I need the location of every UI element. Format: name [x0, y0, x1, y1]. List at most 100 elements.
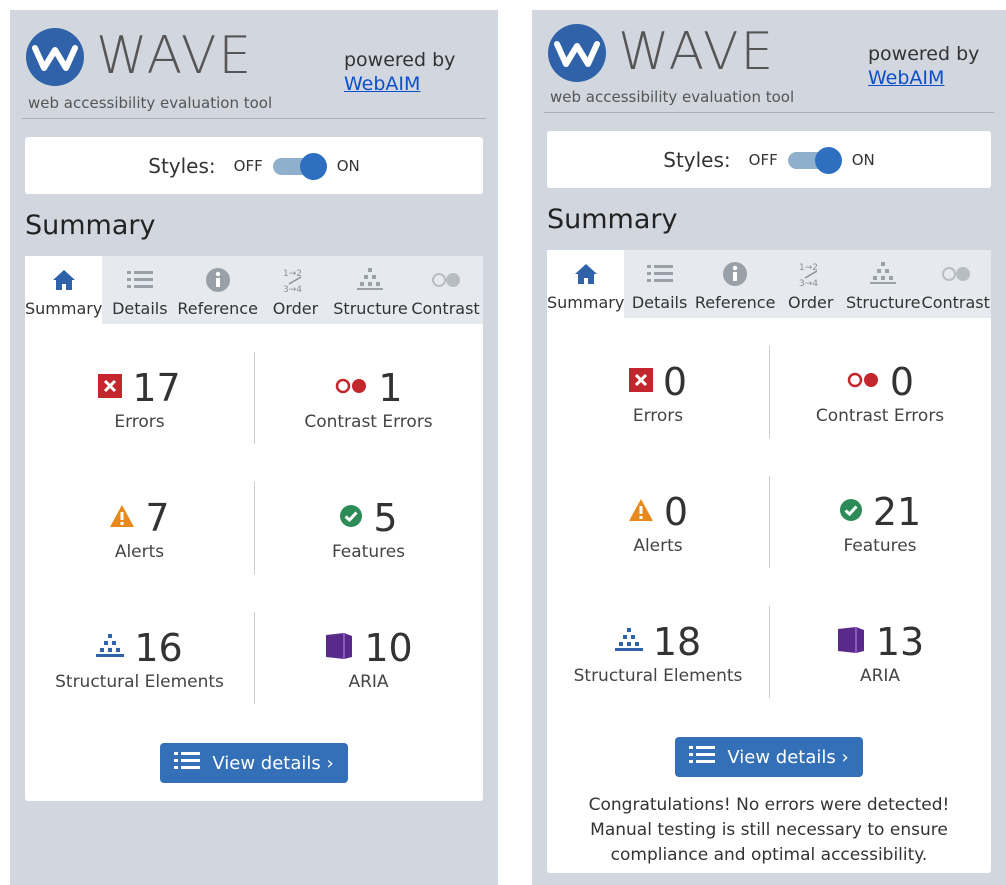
alerts-stat[interactable]: 7 Alerts	[25, 464, 254, 594]
tab-label: Order	[272, 299, 319, 318]
features-label: Features	[331, 542, 406, 562]
summary-card: Summary Details Reference 1→2 3→4 Order S…	[547, 250, 991, 873]
aria-stat[interactable]: 10 ARIA	[254, 594, 483, 724]
home-icon	[574, 259, 598, 289]
tab-summary[interactable]: Summary	[25, 256, 103, 324]
contrast-error-icon	[334, 377, 368, 399]
list-icon	[126, 265, 153, 295]
structure-count: 16	[134, 626, 183, 670]
structure-stat[interactable]: 18 Structural Elements	[547, 588, 769, 718]
summary-heading: Summary	[25, 210, 156, 241]
aria-stat[interactable]: 13 ARIA	[769, 588, 991, 718]
structure-icon	[357, 265, 384, 295]
order-icon: 1→2 3→4	[281, 265, 309, 295]
tab-structure[interactable]: Structure	[846, 250, 920, 318]
features-stat[interactable]: 5 Features	[254, 464, 483, 594]
styles-toggle-bar: Styles: OFF ON	[547, 131, 991, 188]
tab-label: Structure	[333, 299, 408, 318]
contrast-count: 1	[378, 366, 403, 410]
alerts-stat[interactable]: 0 Alerts	[547, 458, 769, 588]
wave-panel-before: WAVE web accessibility evaluation tool p…	[10, 10, 498, 885]
contrast-errors-stat[interactable]: 0 Contrast Errors	[769, 328, 991, 458]
tab-label: Reference	[177, 299, 258, 318]
tab-label: Details	[631, 293, 688, 312]
home-icon	[52, 265, 76, 295]
list-icon	[174, 750, 201, 777]
powered-by-label: powered by	[344, 49, 456, 71]
alerts-label: Alerts	[633, 536, 683, 556]
summary-heading: Summary	[547, 204, 678, 235]
congratulations-message: Congratulations! No errors were detected…	[588, 795, 950, 865]
errors-stat[interactable]: 17 Errors	[25, 334, 254, 464]
feature-check-icon	[339, 504, 363, 532]
alerts-count: 7	[145, 496, 170, 540]
wave-logo-icon	[26, 28, 84, 86]
tab-order[interactable]: 1→2 3→4 Order	[258, 256, 333, 324]
tab-reference[interactable]: Reference	[177, 256, 258, 324]
aria-icon	[836, 625, 866, 659]
alerts-label: Alerts	[114, 542, 165, 562]
errors-label: Errors	[114, 412, 165, 432]
tab-order[interactable]: 1→2 3→4 Order	[775, 250, 846, 318]
aria-label: ARIA	[348, 672, 389, 692]
tab-reference[interactable]: Reference	[694, 250, 776, 318]
styles-toggle-switch[interactable]	[787, 146, 842, 174]
list-icon	[646, 259, 673, 289]
tab-details[interactable]: Details	[624, 250, 695, 318]
tab-contrast[interactable]: Contrast	[920, 250, 991, 318]
structure-stat[interactable]: 16 Structural Elements	[25, 594, 254, 724]
tab-bar: Summary Details Reference 1→2 3→4 Order S…	[547, 250, 991, 318]
errors-stat[interactable]: 0 Errors	[547, 328, 769, 458]
info-icon	[722, 259, 748, 289]
aria-label: ARIA	[859, 666, 901, 686]
features-stat[interactable]: 21 Features	[769, 458, 991, 588]
tab-structure[interactable]: Structure	[333, 256, 408, 324]
alerts-count: 0	[663, 490, 689, 534]
tab-label: Contrast	[921, 293, 990, 312]
webaim-link[interactable]: WebAIM	[868, 67, 944, 89]
tab-label: Details	[112, 299, 168, 318]
tagline: web accessibility evaluation tool	[28, 94, 273, 112]
structure-icon	[870, 259, 897, 289]
powered-by-label: powered by	[868, 43, 980, 65]
tagline: web accessibility evaluation tool	[550, 88, 795, 106]
contrast-count: 0	[889, 360, 915, 404]
error-icon	[98, 374, 123, 402]
tab-label: Summary	[25, 299, 103, 318]
summary-card: Summary Details Reference 1→2 3→4 Order S…	[25, 256, 483, 801]
toggle-on-label: ON	[336, 156, 360, 175]
errors-count: 17	[132, 366, 181, 410]
logo-text: WAVE	[618, 22, 776, 82]
styles-toggle-bar: Styles: OFF ON	[25, 137, 483, 194]
contrast-label: Contrast Errors	[304, 412, 433, 432]
tab-label: Contrast	[411, 299, 480, 318]
webaim-link[interactable]: WebAIM	[344, 73, 420, 95]
tab-label: Order	[787, 293, 834, 312]
view-details-button[interactable]: View details ›	[160, 743, 348, 783]
structure-count: 18	[652, 620, 702, 664]
tab-contrast[interactable]: Contrast	[408, 256, 483, 324]
features-count: 21	[872, 490, 922, 534]
contrast-label: Contrast Errors	[815, 406, 945, 426]
svg-text:3→4: 3→4	[799, 279, 818, 288]
structure-label: Structural Elements	[573, 666, 743, 686]
contrast-errors-stat[interactable]: 1 Contrast Errors	[254, 334, 483, 464]
toggle-knob	[299, 152, 327, 180]
tab-summary[interactable]: Summary	[547, 250, 625, 318]
header: WAVE web accessibility evaluation tool p…	[22, 10, 486, 119]
tab-details[interactable]: Details	[102, 256, 177, 324]
aria-count: 13	[875, 620, 925, 664]
toggle-knob	[814, 146, 842, 174]
wave-logo-icon	[548, 24, 606, 82]
tab-bar: Summary Details Reference 1→2 3→4 Order S…	[25, 256, 483, 324]
tab-label: Reference	[694, 293, 776, 312]
toggle-on-label: ON	[851, 150, 875, 169]
errors-label: Errors	[632, 406, 684, 426]
styles-toggle-switch[interactable]	[272, 152, 327, 180]
list-icon	[689, 744, 716, 771]
contrast-icon	[941, 259, 971, 289]
structure-icon	[96, 634, 125, 662]
contrast-icon	[431, 265, 461, 295]
contrast-error-icon	[846, 371, 880, 393]
view-details-button[interactable]: View details ›	[675, 737, 863, 777]
